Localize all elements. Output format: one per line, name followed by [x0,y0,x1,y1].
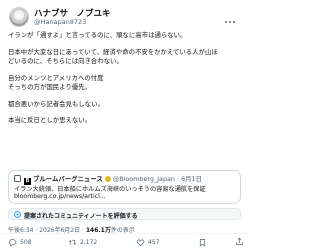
quote-icon [14,175,21,182]
heart-icon [136,238,145,246]
quoted-source-handle: @Bloomberg_Japan [112,175,175,183]
share-icon[interactable] [235,237,244,246]
tweet-header: ハナブサ ノブユキ @Hanapan8723 [9,6,244,28]
repost-icon [68,239,77,245]
tweet-body: イランが「通すよ」と言ってるのに、頑なに高市は通らない。 日本中が大変な日にあっ… [8,31,244,125]
tweet-line: 日本中が大変な日にあっていて、経済や命の不安をかかえている人が山ほ [8,47,218,56]
community-note-button[interactable]: 提案されたコミュニティノートを評価する [8,208,241,220]
reply-button[interactable]: 508 [8,237,31,247]
like-count: 457 [148,238,160,246]
repost-count: 2,172 [80,238,98,246]
quoted-date: · 6月1日 [177,175,203,183]
quoted-text: イラン大統領、日本船にホルムズ海峡のいっそうの容易な通航を保証 [14,186,206,193]
avatar[interactable] [9,7,29,27]
bookmark-icon [199,238,206,246]
verified-badge-icon [104,175,111,182]
tweet-line: 都合悪いから記者会見もしない。 [8,99,104,108]
like-button[interactable]: 457 [136,237,159,247]
repost-button[interactable]: 2,172 [68,237,97,247]
divider [0,233,249,234]
tweet-line: 本当に反日としか思えない。 [8,116,92,125]
community-notes-icon [14,211,21,218]
bookmark-button[interactable] [198,237,210,247]
community-note-label: 提案されたコミュニティノートを評価する [24,213,138,220]
reply-icon [9,238,16,247]
quoted-source-name: ブルームバーグニュース [33,175,103,183]
tweet-line: どいるのに、そちらには向き合わない。 [8,56,123,65]
tweet-line: イランが「通すよ」と言ってるのに、頑なに高市は通らない。 [8,31,187,39]
author-handle[interactable]: @Hanapan8723 [34,18,86,26]
tweet-line: そっちの方が国民より優先。 [8,82,91,91]
quoted-tweet-card[interactable]: B ブルームバーグニュース @Bloomberg_Japan · 6月1日 イラン大… [8,170,241,204]
tweet-line: 自分のメンツとアメリカへの忖度 [8,73,104,82]
more-options-icon[interactable] [224,12,240,23]
quoted-link[interactable]: bloomberg.co.jp/news/articl... [14,193,106,200]
action-bar: 508 2,172 457 [8,237,244,247]
reply-count: 508 [20,238,32,246]
